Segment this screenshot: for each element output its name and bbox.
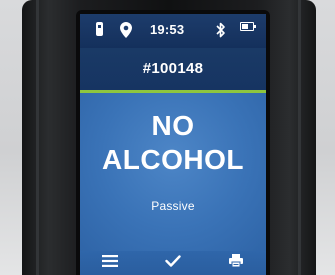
device-edge-right [298,0,301,275]
menu-softkey[interactable] [86,251,134,275]
test-mode-label: Passive [151,199,195,213]
checkmark-icon [165,254,181,272]
printer-icon [229,254,243,272]
confirm-softkey[interactable] [149,251,197,275]
test-header: #100148 [80,48,266,90]
photo-background: 19:53 #100148 NO ALCOHOL Passive [0,0,335,275]
result-panel: NO ALCOHOL Passive [80,93,266,251]
result-text-line1: NO [151,110,195,141]
bluetooth-icon [216,22,226,38]
menu-icon [102,254,118,272]
result-text-line2: ALCOHOL [102,144,244,175]
test-id: #100148 [142,60,204,77]
clock-time: 19:53 [150,22,185,37]
device-icon [96,22,103,36]
device-screen: 19:53 #100148 NO ALCOHOL Passive [80,14,266,275]
battery-icon [240,22,257,31]
device-edge-left [36,0,39,275]
print-softkey[interactable] [212,251,260,275]
softkey-bar [80,251,266,275]
location-icon [120,22,132,38]
status-bar: 19:53 [80,14,266,48]
